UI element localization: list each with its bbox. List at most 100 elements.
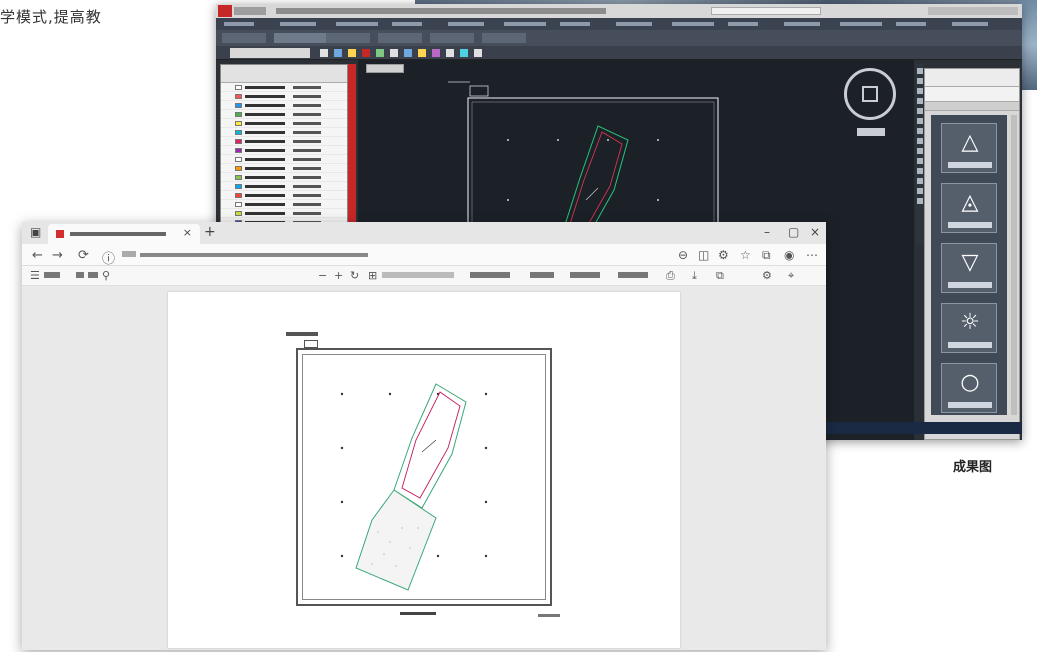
symbol-tile[interactable]: ○	[941, 363, 997, 413]
zoom-out-icon[interactable]: −	[318, 269, 327, 282]
view-cube-compass-icon[interactable]	[844, 68, 896, 120]
layer-color-swatch[interactable]	[235, 211, 242, 216]
cad-ribbon-tab[interactable]	[326, 33, 370, 43]
layer-color-swatch[interactable]	[235, 121, 242, 126]
search-icon[interactable]: ⚲	[102, 269, 110, 282]
cad-menu-item[interactable]	[448, 22, 484, 26]
layer-color-swatch[interactable]	[235, 157, 242, 162]
cad-toolbar-icon[interactable]	[446, 49, 454, 57]
cad-toolbar-icon[interactable]	[404, 49, 412, 57]
settings-icon[interactable]: ⚙	[762, 269, 772, 282]
maximize-icon[interactable]: ▢	[788, 225, 799, 239]
url-text[interactable]	[140, 253, 368, 257]
vertical-tool-icon[interactable]	[917, 118, 923, 124]
cad-toolbar-icon[interactable]	[348, 49, 356, 57]
layer-row[interactable]	[221, 146, 347, 155]
layer-row[interactable]	[221, 128, 347, 137]
back-icon[interactable]: ←	[32, 248, 43, 263]
cad-menu-item[interactable]	[896, 22, 926, 26]
layer-color-swatch[interactable]	[235, 130, 242, 135]
layer-row[interactable]	[221, 191, 347, 200]
rotate-icon[interactable]: ↻	[350, 269, 359, 282]
vertical-tool-icon[interactable]	[917, 68, 923, 74]
layer-row[interactable]	[221, 110, 347, 119]
symbol-tile[interactable]: △	[941, 123, 997, 173]
close-tab-icon[interactable]: ×	[183, 226, 192, 239]
cad-toolbar-icon[interactable]	[362, 49, 370, 57]
new-tab-icon[interactable]: +	[204, 224, 216, 240]
layer-color-swatch[interactable]	[235, 139, 242, 144]
symbol-tile[interactable]: ☼	[941, 303, 997, 353]
pdf-document-area[interactable]	[22, 286, 826, 650]
symbol-tile[interactable]: ◬	[941, 183, 997, 233]
layer-row[interactable]	[221, 182, 347, 191]
read-aloud-button[interactable]	[470, 272, 510, 278]
symbol-palette-radio-group[interactable]	[925, 87, 1019, 101]
cad-menu-item[interactable]	[728, 22, 758, 26]
cad-menu-item[interactable]	[504, 22, 546, 26]
cad-ribbon-tab[interactable]	[222, 33, 266, 43]
layer-row[interactable]	[221, 164, 347, 173]
cad-menu-item[interactable]	[392, 22, 422, 26]
profile-icon[interactable]: ◉	[784, 248, 794, 262]
close-window-icon[interactable]: ×	[810, 225, 820, 239]
layer-row[interactable]	[221, 173, 347, 182]
layer-color-swatch[interactable]	[235, 85, 242, 90]
cad-menu-item[interactable]	[224, 22, 254, 26]
cad-toolbar-icon[interactable]	[334, 49, 342, 57]
cad-toolbar-icon[interactable]	[390, 49, 398, 57]
cad-toolbar-icon[interactable]	[320, 49, 328, 57]
cad-menu-item[interactable]	[672, 22, 714, 26]
vertical-tool-icon[interactable]	[917, 108, 923, 114]
cad-ribbon-tab[interactable]	[378, 33, 422, 43]
symbol-palette-scrollbar[interactable]	[1011, 115, 1017, 415]
vertical-tool-icon[interactable]	[917, 188, 923, 194]
cad-toolbar-icon[interactable]	[418, 49, 426, 57]
layer-color-swatch[interactable]	[235, 184, 242, 189]
layer-row[interactable]	[221, 119, 347, 128]
contents-label[interactable]	[44, 272, 60, 278]
forward-icon[interactable]: →	[52, 248, 63, 263]
save-as-icon[interactable]: ⧉	[716, 269, 724, 283]
layer-color-swatch[interactable]	[235, 112, 242, 117]
zoom-in-icon[interactable]: +	[334, 269, 343, 282]
view-cube-face[interactable]	[862, 86, 878, 102]
browser-tab[interactable]: ×	[48, 224, 200, 244]
more-menu-icon[interactable]: ⋯	[806, 248, 818, 262]
view-cube-wcs-tab[interactable]	[857, 128, 885, 136]
cad-menu-item[interactable]	[336, 22, 378, 26]
pin-icon[interactable]: ⌖	[788, 269, 794, 283]
vertical-tool-icon[interactable]	[917, 198, 923, 204]
cad-quick-access-toolbar[interactable]	[234, 7, 266, 15]
window-menu-icon[interactable]: ▣	[30, 225, 41, 239]
layer-row[interactable]	[221, 92, 347, 101]
cad-menu-item[interactable]	[280, 22, 316, 26]
collections-icon[interactable]: ⧉	[762, 248, 771, 263]
layer-row[interactable]	[221, 200, 347, 209]
cad-toolbar-icon[interactable]	[474, 49, 482, 57]
favorites-icon[interactable]: ☆	[740, 248, 751, 262]
print-icon[interactable]: ⎙	[666, 269, 675, 283]
vertical-tool-icon[interactable]	[917, 88, 923, 94]
vertical-tool-icon[interactable]	[917, 158, 923, 164]
layer-row[interactable]	[221, 101, 347, 110]
draw-button[interactable]	[530, 272, 554, 278]
cad-menu-item[interactable]	[560, 22, 590, 26]
minimize-icon[interactable]: –	[764, 225, 770, 239]
symbol-palette-header[interactable]	[925, 69, 1019, 87]
fit-page-icon[interactable]: ⊞	[368, 269, 377, 282]
vertical-tool-icon[interactable]	[917, 168, 923, 174]
layer-row[interactable]	[221, 209, 347, 218]
cad-menu-item[interactable]	[616, 22, 652, 26]
vertical-tool-icon[interactable]	[917, 78, 923, 84]
drawing-file-tab[interactable]	[366, 64, 404, 73]
vertical-tool-icon[interactable]	[917, 178, 923, 184]
cad-menu-item[interactable]	[840, 22, 882, 26]
refresh-icon[interactable]: ⟳	[78, 248, 89, 263]
zoom-icon[interactable]: ⊖	[678, 248, 688, 262]
vertical-tool-icon[interactable]	[917, 148, 923, 154]
vertical-tool-icon[interactable]	[917, 98, 923, 104]
layer-color-swatch[interactable]	[235, 166, 242, 171]
layer-dropdown[interactable]	[230, 48, 310, 58]
vertical-tool-icon[interactable]	[917, 128, 923, 134]
